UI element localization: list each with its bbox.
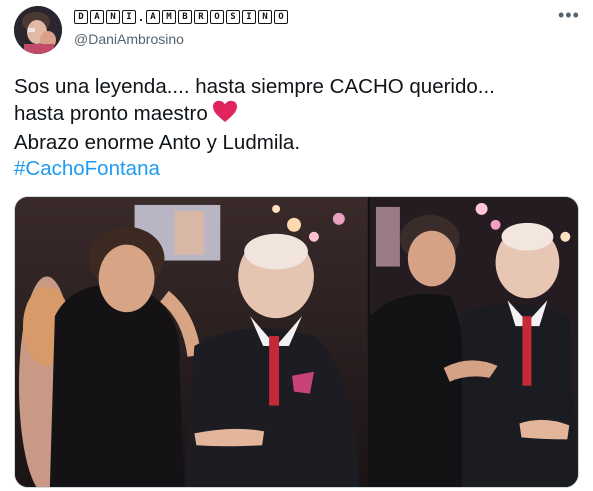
- display-name-letter: M: [162, 10, 176, 24]
- author-display-name[interactable]: DANI.AMBROSINO: [74, 10, 288, 24]
- display-name-letter: O: [274, 10, 288, 24]
- display-name-letter: A: [146, 10, 160, 24]
- more-options-icon[interactable]: •••: [558, 6, 580, 24]
- tweet-line-3: Abrazo enorme Anto y Ludmila.: [14, 131, 301, 154]
- display-name-letter: I: [122, 10, 136, 24]
- tweet-line-1: Sos una leyenda.... hasta siempre CACHO …: [14, 75, 495, 98]
- display-name-letter: D: [74, 10, 88, 24]
- hashtag-link[interactable]: #CachoFontana: [14, 156, 584, 182]
- display-name-letter: R: [194, 10, 208, 24]
- photo-embrace[interactable]: [15, 197, 368, 487]
- author-handle[interactable]: @DaniAmbrosino: [74, 31, 184, 47]
- tweet-line-2: hasta pronto maestro: [14, 100, 584, 130]
- display-name-letter: I: [242, 10, 256, 24]
- display-name-letter: B: [178, 10, 192, 24]
- tweet-line-2-text: hasta pronto maestro: [14, 102, 208, 125]
- display-name-letter: S: [226, 10, 240, 24]
- display-name-letter: N: [258, 10, 272, 24]
- display-name-letter: N: [106, 10, 120, 24]
- tweet-text: Sos una leyenda.... hasta siempre CACHO …: [14, 74, 584, 182]
- tweet-card[interactable]: DANI.AMBROSINO @DaniAmbrosino ••• Sos un…: [0, 0, 593, 491]
- author-avatar[interactable]: [14, 6, 62, 54]
- heart-icon: [212, 100, 238, 130]
- photo-posing[interactable]: [369, 197, 578, 487]
- display-name-dot: .: [139, 9, 143, 24]
- media-grid[interactable]: [14, 196, 579, 488]
- display-name-letter: A: [90, 10, 104, 24]
- display-name-letter: O: [210, 10, 224, 24]
